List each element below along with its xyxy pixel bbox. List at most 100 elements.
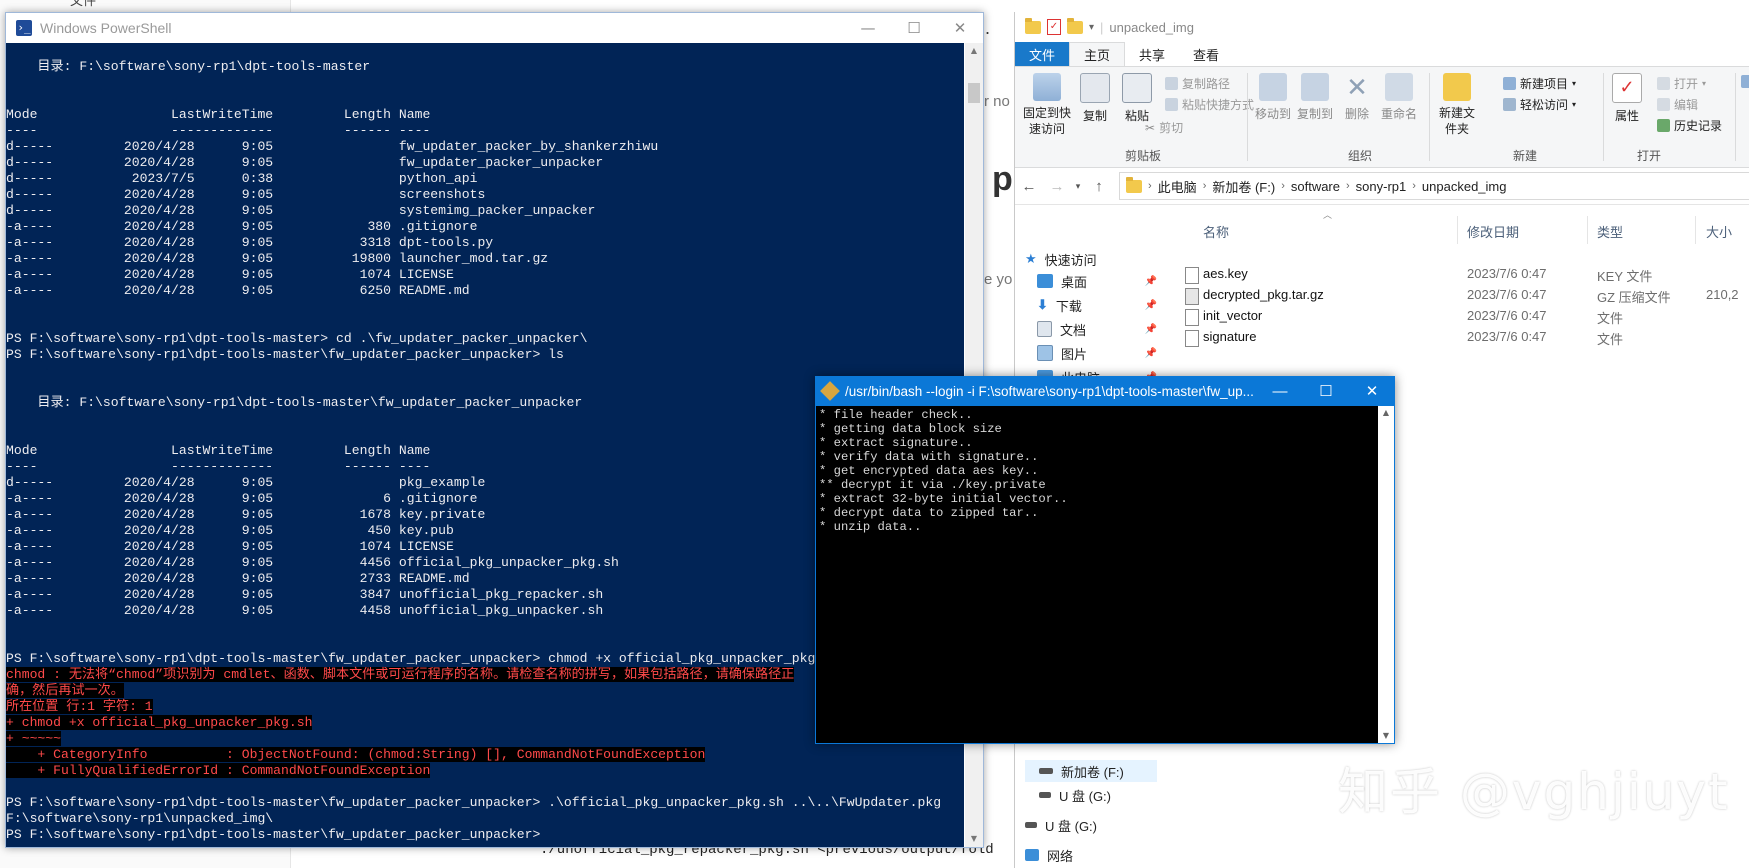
- console-line: * file header check..: [819, 408, 973, 422]
- pin-quick-access-button[interactable]: 固定到快速访问: [1021, 73, 1073, 137]
- tab-file[interactable]: 文件: [1015, 42, 1070, 66]
- background-text-dot: .: [985, 18, 991, 38]
- close-button[interactable]: ✕: [1349, 376, 1395, 406]
- maximize-button[interactable]: ☐: [891, 13, 937, 43]
- back-arrow-icon[interactable]: ←: [1015, 178, 1043, 195]
- nav-documents[interactable]: 文档 📌: [1037, 318, 1159, 340]
- copy-path-button[interactable]: 复制路径: [1165, 75, 1230, 92]
- delete-icon: ✕: [1346, 72, 1368, 102]
- console-line: ---- ------------- ------ ----: [6, 459, 431, 474]
- scroll-down-icon[interactable]: ▼: [965, 831, 983, 847]
- nav-downloads[interactable]: ⬇ 下载 📌: [1037, 294, 1159, 316]
- nav-volume-f[interactable]: 新加卷 (F:): [1025, 760, 1157, 782]
- copy-button[interactable]: 复制: [1075, 73, 1115, 124]
- new-item-button[interactable]: 新建项目 ▾: [1503, 75, 1576, 92]
- ribbon-tabs: 文件 主页 共享 查看: [1015, 42, 1749, 66]
- bash-console[interactable]: * file header check.. * getting data bloc…: [816, 406, 1378, 743]
- delete-button[interactable]: ✕ 删除: [1339, 73, 1375, 122]
- console-line: d----- 2020/4/28 9:05 fw_updater_packer_…: [6, 155, 604, 170]
- copy-path-icon: [1165, 77, 1178, 90]
- column-date[interactable]: 修改日期: [1467, 222, 1519, 241]
- pin-icon: 📌: [1144, 323, 1157, 335]
- bash-scrollbar[interactable]: ▲ ▼: [1378, 406, 1394, 743]
- scroll-up-icon[interactable]: ▲: [1378, 406, 1394, 420]
- address-bar[interactable]: › 此电脑 › 新加卷 (F:) › software › sony-rp1 › unp…: [1119, 172, 1749, 200]
- file-row[interactable]: signature 2023/7/6 0:47 文件: [1165, 327, 1749, 348]
- file-icon: [1185, 330, 1199, 347]
- nav-usb-g-2[interactable]: U 盘 (G:): [1025, 814, 1147, 836]
- scroll-down-icon[interactable]: ▼: [1378, 729, 1394, 743]
- open-button[interactable]: 打开 ▾: [1657, 75, 1706, 92]
- group-clipboard-label: 剪贴板: [1125, 149, 1162, 163]
- scroll-up-icon[interactable]: ▲: [965, 43, 983, 59]
- console-line: ---- ------------- ------ ----: [6, 123, 431, 138]
- up-arrow-icon[interactable]: ↑: [1085, 178, 1113, 195]
- customize-quick-access-icon[interactable]: ▾: [1089, 22, 1094, 33]
- edit-button[interactable]: 编辑: [1657, 96, 1698, 113]
- tab-view[interactable]: 查看: [1179, 42, 1233, 66]
- copy-to-icon: [1301, 73, 1329, 101]
- history-button[interactable]: 历史记录: [1657, 117, 1722, 134]
- close-button[interactable]: ✕: [937, 13, 983, 43]
- console-line: -a---- 2020/4/28 9:05 19800 launcher_mod…: [6, 251, 549, 266]
- console-line: * get encrypted data aes key..: [819, 464, 1039, 478]
- minimize-button[interactable]: —: [845, 13, 891, 43]
- properties-button[interactable]: ✓ 属性: [1609, 73, 1645, 124]
- console-line: ** decrypt it via ./key.private: [819, 478, 1046, 492]
- bash-icon: [820, 381, 840, 401]
- group-new-label: 新建: [1513, 149, 1538, 163]
- bash-titlebar[interactable]: /usr/bin/bash --login -i F:\software\son…: [815, 376, 1395, 406]
- cut-button[interactable]: ✂ 剪切: [1145, 119, 1183, 136]
- nav-desktop[interactable]: 桌面 📌: [1037, 270, 1159, 292]
- column-name[interactable]: 名称: [1203, 222, 1229, 241]
- move-to-button[interactable]: 移动到: [1253, 73, 1293, 122]
- tab-home[interactable]: 主页: [1069, 42, 1126, 66]
- paste-shortcut-button[interactable]: 粘贴快捷方式: [1165, 96, 1254, 113]
- breadcrumb-software[interactable]: software: [1285, 179, 1346, 194]
- rename-button[interactable]: 重命名: [1377, 73, 1421, 122]
- column-separator: [1457, 216, 1458, 244]
- minimize-button[interactable]: —: [1257, 376, 1303, 406]
- breadcrumb-volume-f[interactable]: 新加卷 (F:): [1206, 177, 1281, 196]
- tab-share[interactable]: 共享: [1125, 42, 1179, 66]
- console-line: chmod : 无法将“chmod”项识别为 cmdlet、函数、脚本文件或可运…: [6, 667, 795, 682]
- ribbon-separator-3: [1603, 73, 1604, 161]
- breadcrumb-unpacked-img[interactable]: unpacked_img: [1416, 179, 1513, 194]
- select-all-button[interactable]: [1741, 75, 1749, 88]
- new-folder-quick-icon[interactable]: [1067, 17, 1083, 34]
- easy-access-button[interactable]: 轻松访问 ▾: [1503, 96, 1576, 113]
- breadcrumb-sony-rp1[interactable]: sony-rp1: [1350, 179, 1413, 194]
- console-line: PS F:\software\sony-rp1\dpt-tools-master…: [6, 795, 942, 810]
- console-line: + FullyQualifiedErrorId : CommandNotFoun…: [6, 763, 431, 778]
- copy-to-button[interactable]: 复制到: [1295, 73, 1335, 122]
- nav-usb-g[interactable]: U 盘 (G:): [1039, 784, 1161, 806]
- console-line: d----- 2020/4/28 9:05 systemimg_packer_u…: [6, 203, 596, 218]
- explorer-titlebar: ✓ ▾ | unpacked_img: [1015, 12, 1749, 42]
- nav-pictures[interactable]: 图片 📌: [1037, 342, 1159, 364]
- pictures-icon: [1037, 345, 1053, 361]
- file-row[interactable]: decrypted_pkg.tar.gz 2023/7/6 0:47 GZ 压缩…: [1165, 285, 1749, 306]
- console-line: Mode LastWriteTime Length Name: [6, 443, 431, 458]
- console-line: * verify data with signature..: [819, 450, 1039, 464]
- nav-quick-access[interactable]: ★ 快速访问: [1025, 248, 1147, 270]
- file-row[interactable]: init_vector 2023/7/6 0:47 文件: [1165, 306, 1749, 327]
- powershell-titlebar[interactable]: ›_ Windows PowerShell — ☐ ✕: [6, 13, 983, 43]
- column-type[interactable]: 类型: [1597, 222, 1623, 241]
- column-size[interactable]: 大小: [1706, 222, 1732, 241]
- console-line: -a---- 2020/4/28 9:05 380 .gitignore: [6, 219, 478, 234]
- paste-button[interactable]: 粘贴: [1117, 73, 1157, 124]
- nav-network[interactable]: 网络: [1025, 844, 1147, 866]
- new-folder-button[interactable]: 新建文件夹: [1435, 73, 1479, 137]
- maximize-button[interactable]: ☐: [1303, 376, 1349, 406]
- ribbon-home: 固定到快速访问 复制 粘贴 复制路径 粘贴快捷方式 ✂ 剪切 剪贴板 移动到 复制…: [1015, 66, 1749, 168]
- properties-quick-icon[interactable]: ✓: [1047, 19, 1061, 35]
- file-row[interactable]: aes.key 2023/7/6 0:47 KEY 文件: [1165, 264, 1749, 285]
- scroll-thumb[interactable]: [968, 83, 980, 103]
- recent-dropdown-icon[interactable]: ▾: [1071, 181, 1085, 192]
- powershell-icon: ›_: [16, 20, 32, 36]
- forward-arrow-icon[interactable]: →: [1043, 178, 1071, 195]
- breadcrumb-this-pc[interactable]: 此电脑: [1152, 177, 1203, 196]
- console-line: -a---- 2020/4/28 9:05 4456 official_pkg_…: [6, 555, 619, 570]
